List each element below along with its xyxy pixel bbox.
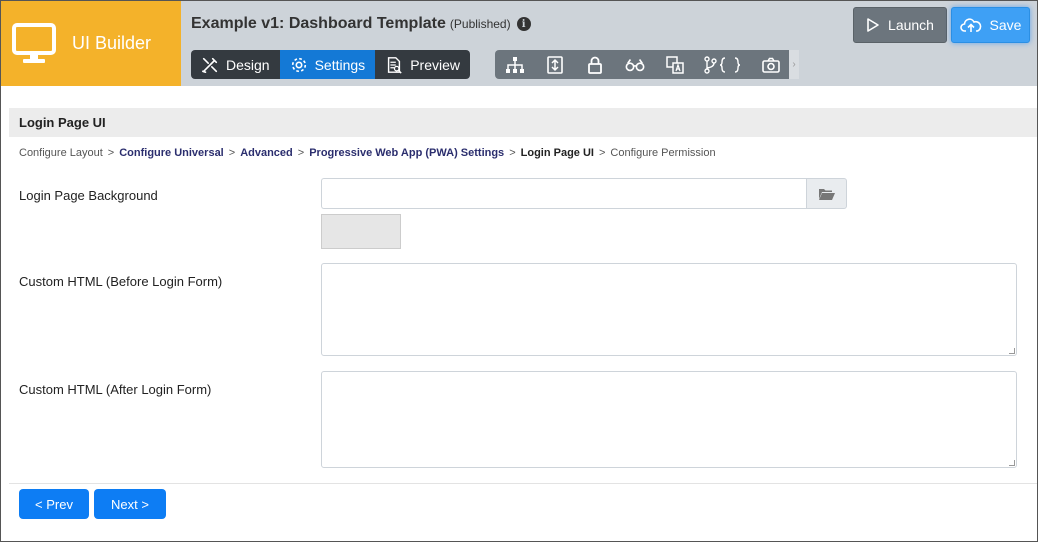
monitor-icon bbox=[12, 22, 56, 63]
cloud-upload-icon bbox=[959, 18, 981, 32]
tab-preview[interactable]: Preview bbox=[375, 50, 470, 79]
gear-icon bbox=[291, 57, 306, 72]
after-form-label: Custom HTML (After Login Form) bbox=[19, 382, 212, 397]
app-frame: UI Builder Example v1: Dashboard Templat… bbox=[0, 0, 1038, 542]
breadcrumb-login-page-ui: Login Page UI bbox=[520, 147, 594, 159]
section-title: Login Page UI bbox=[9, 108, 1037, 137]
toolbar-scroll-right-icon[interactable]: › bbox=[789, 50, 799, 79]
tab-design-label: Design bbox=[226, 56, 270, 73]
launch-label: Launch bbox=[888, 17, 934, 33]
breadcrumb-separator: > bbox=[598, 147, 606, 159]
breadcrumb-separator: > bbox=[509, 147, 516, 159]
breadcrumb-configure-layout[interactable]: Configure Layout bbox=[19, 147, 103, 159]
binoculars-icon[interactable] bbox=[623, 55, 647, 75]
app-logo[interactable]: UI Builder bbox=[1, 1, 181, 86]
before-form-textarea[interactable] bbox=[321, 263, 1017, 356]
prev-button[interactable]: < Prev bbox=[19, 489, 89, 519]
background-preview bbox=[321, 214, 401, 249]
template-title: Example v1: Dashboard Template bbox=[191, 15, 446, 32]
breadcrumb-configure-universal[interactable]: Configure Universal bbox=[119, 147, 224, 159]
footer-divider bbox=[9, 483, 1037, 484]
next-button[interactable]: Next > bbox=[94, 489, 166, 519]
publish-status: (Published) bbox=[449, 17, 511, 31]
background-input[interactable] bbox=[321, 178, 806, 209]
tool-bar: › bbox=[495, 50, 799, 79]
play-icon bbox=[867, 18, 879, 32]
breadcrumb-separator: > bbox=[297, 147, 305, 159]
background-label: Login Page Background bbox=[19, 188, 158, 203]
breadcrumb-separator: > bbox=[107, 147, 115, 159]
breadcrumb-pwa-settings[interactable]: Progressive Web App (PWA) Settings bbox=[309, 147, 504, 159]
breadcrumb-configure-permission[interactable]: Configure Permission bbox=[610, 147, 715, 159]
lock-icon[interactable] bbox=[583, 55, 607, 75]
breadcrumb: Configure Layout > Configure Universal > Adv… bbox=[19, 147, 716, 159]
browse-button[interactable] bbox=[806, 178, 847, 209]
top-header: UI Builder Example v1: Dashboard Templat… bbox=[1, 1, 1037, 86]
tab-settings[interactable]: Settings bbox=[279, 50, 376, 79]
save-button[interactable]: Save bbox=[951, 7, 1030, 43]
info-icon[interactable]: i bbox=[516, 17, 531, 31]
sitemap-icon[interactable] bbox=[503, 55, 527, 75]
launch-button[interactable]: Launch bbox=[853, 7, 947, 43]
design-tools-icon bbox=[201, 57, 218, 73]
resize-handle-icon[interactable] bbox=[1009, 460, 1015, 466]
page-title: Example v1: Dashboard Template (Publishe… bbox=[191, 15, 531, 33]
app-name: UI Builder bbox=[72, 33, 152, 53]
code-branch-icon[interactable] bbox=[703, 55, 743, 75]
save-label: Save bbox=[989, 17, 1022, 33]
folder-open-icon bbox=[818, 188, 835, 200]
tab-settings-label: Settings bbox=[314, 56, 366, 73]
preview-document-icon bbox=[388, 56, 402, 74]
mode-switcher: Design Settings Preview bbox=[191, 50, 470, 79]
tab-preview-label: Preview bbox=[410, 56, 460, 73]
translate-icon[interactable] bbox=[663, 55, 687, 75]
resize-handle-icon[interactable] bbox=[1009, 348, 1015, 354]
breadcrumb-advanced[interactable]: Advanced bbox=[240, 147, 293, 159]
before-form-label: Custom HTML (Before Login Form) bbox=[19, 274, 223, 289]
camera-icon[interactable] bbox=[759, 55, 783, 75]
after-form-textarea[interactable] bbox=[321, 371, 1017, 468]
import-export-icon[interactable] bbox=[543, 55, 567, 75]
background-field bbox=[321, 178, 847, 209]
tab-design[interactable]: Design bbox=[191, 50, 280, 79]
breadcrumb-separator: > bbox=[228, 147, 236, 159]
